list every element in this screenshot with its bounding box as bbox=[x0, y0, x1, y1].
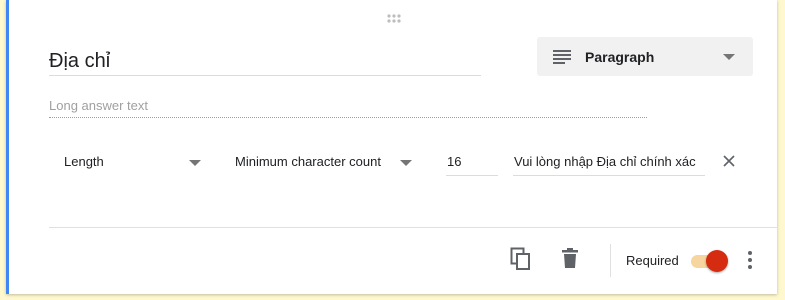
long-answer-hint-text: Long answer text bbox=[49, 98, 149, 113]
question-type-label: Paragraph bbox=[585, 49, 655, 65]
validation-value: 16 bbox=[447, 154, 462, 169]
caret-down-icon bbox=[189, 160, 201, 166]
close-icon[interactable] bbox=[722, 154, 736, 168]
validation-condition-label: Minimum character count bbox=[235, 154, 381, 169]
validation-condition-dropdown[interactable]: Minimum character count bbox=[235, 147, 415, 175]
validation-type-label: Length bbox=[64, 154, 104, 169]
question-type-dropdown[interactable]: Paragraph bbox=[537, 37, 753, 76]
caret-down-icon bbox=[723, 54, 735, 60]
toggle-thumb bbox=[706, 250, 728, 272]
validation-value-input[interactable]: 16 bbox=[446, 147, 498, 176]
caret-down-icon bbox=[400, 160, 412, 166]
required-toggle[interactable] bbox=[689, 250, 729, 272]
required-label: Required bbox=[626, 253, 679, 268]
validation-type-dropdown[interactable]: Length bbox=[64, 147, 207, 175]
question-card[interactable]: Địa chỉ Paragraph Long answer text Lengt… bbox=[6, 0, 778, 294]
footer-vertical-divider bbox=[610, 244, 611, 277]
trash-icon[interactable] bbox=[562, 248, 578, 268]
question-title-field[interactable]: Địa chỉ bbox=[49, 40, 481, 76]
long-answer-placeholder: Long answer text bbox=[49, 97, 647, 118]
copy-icon[interactable] bbox=[510, 247, 532, 271]
question-title: Địa chỉ bbox=[49, 50, 111, 72]
footer-divider bbox=[49, 227, 778, 228]
drag-handle-icon[interactable] bbox=[386, 12, 402, 24]
paragraph-icon bbox=[553, 49, 571, 65]
custom-error-text: Vui lòng nhập Địa chỉ chính xác bbox=[514, 154, 696, 169]
custom-error-text-input[interactable]: Vui lòng nhập Địa chỉ chính xác bbox=[513, 147, 705, 176]
more-vert-icon[interactable] bbox=[746, 250, 754, 270]
